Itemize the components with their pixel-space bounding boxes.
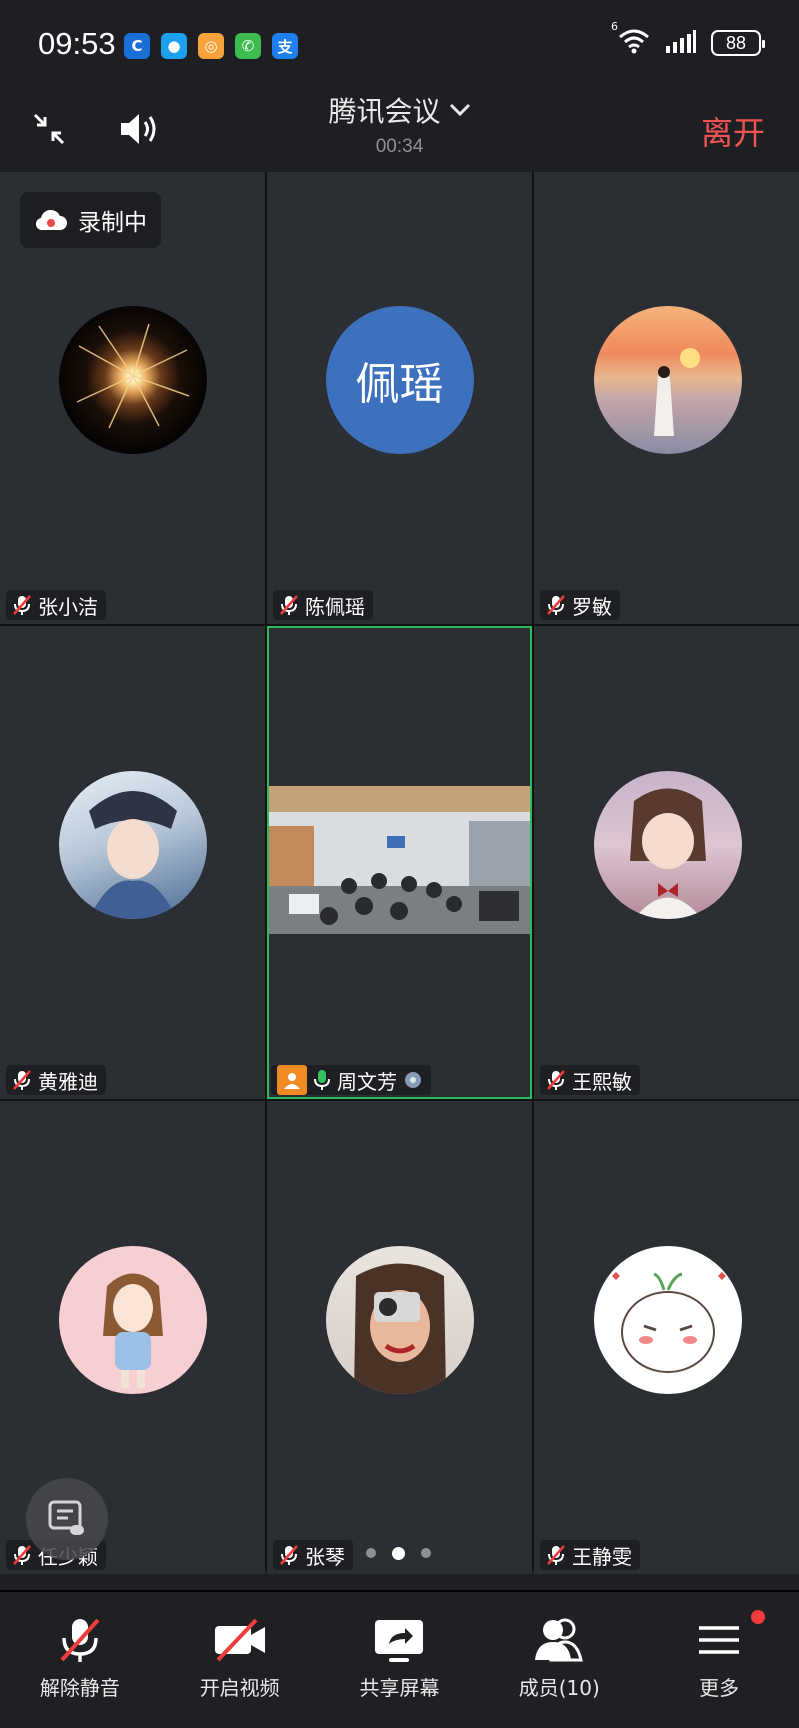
mic-muted-icon: [547, 1070, 565, 1090]
mic-muted-icon: [280, 1545, 298, 1565]
page-dot[interactable]: [421, 1548, 431, 1558]
participant-nametag: 黄雅迪: [6, 1065, 106, 1095]
participant-nametag: 张小洁: [6, 590, 106, 620]
avatar: [593, 306, 742, 454]
avatar: [58, 306, 207, 454]
notification-icons: C ● ◎ ✆ 支: [124, 33, 298, 59]
members-button[interactable]: 成员(10): [479, 1592, 639, 1728]
wifi-icon: 6: [611, 20, 651, 58]
mic-muted-icon: [547, 595, 565, 615]
leave-button[interactable]: 离开: [701, 108, 765, 154]
participant-grid: 录制中 张小洁 佩瑶 陈佩瑶 罗敏 黄雅迪 周文芳 王熙敏 张琴 王静雯: [0, 172, 799, 1574]
participant-tile[interactable]: 罗敏: [534, 172, 799, 624]
share-screen-label: 共享屏幕: [359, 1676, 440, 1700]
start-video-button[interactable]: 开启视频: [160, 1592, 320, 1728]
notification-dot: [750, 1610, 765, 1624]
participant-name: 张琴: [305, 1544, 345, 1569]
mic-muted-icon: [13, 1545, 31, 1565]
camera-off-icon: [214, 1618, 265, 1662]
more-button[interactable]: 更多: [639, 1592, 799, 1728]
app-c-icon: C: [124, 33, 150, 59]
share-screen-button[interactable]: 共享屏幕: [320, 1592, 480, 1728]
start-video-label: 开启视频: [199, 1676, 280, 1700]
avatar: [58, 770, 207, 919]
participant-name: 张小洁: [38, 594, 98, 619]
avatar: [593, 770, 742, 919]
unmute-button[interactable]: 解除静音: [0, 1592, 160, 1728]
participant-nametag: 张琴: [273, 1540, 353, 1570]
title-block: 腾讯会议 00:34: [0, 90, 799, 158]
mic-muted-icon: [280, 595, 298, 615]
avatar: [58, 1245, 207, 1394]
network-quality-icon: [405, 1072, 421, 1088]
recording-badge[interactable]: 录制中: [20, 192, 161, 248]
avatar: 佩瑶: [325, 306, 474, 454]
participant-nametag: 王静雯: [540, 1540, 640, 1570]
mic-muted-icon: [547, 1545, 565, 1565]
avatar: [593, 1245, 742, 1394]
participant-tile[interactable]: 王熙敏: [534, 626, 799, 1099]
participant-name: 陈佩瑶: [305, 594, 365, 619]
participant-nametag: 王熙敏: [540, 1065, 640, 1095]
participant-name: 周文芳: [337, 1069, 397, 1094]
signal-icon: [665, 29, 697, 57]
participant-name: 王熙敏: [572, 1069, 632, 1094]
mic-muted-icon: [13, 595, 31, 615]
meeting-title-dropdown[interactable]: 腾讯会议: [328, 90, 470, 130]
participant-name: 王静雯: [572, 1544, 632, 1569]
meeting-toolbar: 解除静音 开启视频 共享屏幕 成员(10) 更多: [0, 1590, 799, 1728]
participant-tile[interactable]: 张琴: [267, 1101, 532, 1574]
status-bar: 09:53 C ● ◎ ✆ 支 6 88: [0, 0, 799, 90]
participant-tile[interactable]: 黄雅迪: [0, 626, 265, 1099]
status-time: 09:53: [38, 26, 116, 61]
participant-name: 黄雅迪: [38, 1069, 98, 1094]
cloud-icon: [35, 209, 67, 231]
unmute-label: 解除静音: [39, 1676, 120, 1700]
status-right: 6 88: [611, 20, 765, 58]
avatar: [325, 1245, 474, 1394]
host-badge: [277, 1065, 307, 1095]
alipay-icon: 支: [272, 33, 298, 59]
person-icon: [284, 1073, 300, 1089]
participant-nametag: 陈佩瑶: [273, 590, 373, 620]
wifi-label: 6: [611, 20, 618, 33]
chevron-down-icon: [449, 103, 470, 117]
participant-tile[interactable]: 佩瑶 陈佩瑶: [267, 172, 532, 624]
page-dot[interactable]: [366, 1548, 376, 1558]
meeting-top-bar: 腾讯会议 00:34 离开: [0, 90, 799, 172]
members-label: 成员(10): [518, 1676, 600, 1700]
participant-tile[interactable]: 录制中 张小洁: [0, 172, 265, 624]
mic-muted-icon: [60, 1618, 100, 1662]
recording-label: 录制中: [78, 210, 147, 236]
app-orange-icon: ◎: [198, 33, 224, 59]
participant-nametag: 罗敏: [540, 590, 620, 620]
participant-nametag: 周文芳: [271, 1065, 431, 1095]
message-bubble-icon: ●: [161, 33, 187, 59]
mic-muted-icon: [13, 1070, 31, 1090]
chat-icon: [48, 1500, 84, 1535]
video-stream: [269, 786, 530, 934]
more-label: 更多: [699, 1676, 740, 1700]
mic-on-icon: [314, 1070, 330, 1090]
share-screen-icon: [375, 1620, 424, 1662]
page-dot-current[interactable]: [392, 1547, 405, 1560]
battery-icon: 88: [711, 30, 765, 56]
avatar-initials: 佩瑶: [355, 359, 444, 410]
meeting-duration: 00:34: [375, 136, 424, 157]
phone-icon: ✆: [235, 33, 261, 59]
menu-icon: [699, 1626, 740, 1654]
participant-tile-active[interactable]: 周文芳: [267, 626, 532, 1099]
meeting-title: 腾讯会议: [328, 95, 441, 128]
participant-name: 罗敏: [572, 594, 612, 619]
participant-tile[interactable]: 王静雯: [534, 1101, 799, 1574]
chat-float-button[interactable]: [26, 1478, 108, 1560]
page-indicator: [366, 1547, 431, 1560]
members-icon: [535, 1618, 584, 1662]
